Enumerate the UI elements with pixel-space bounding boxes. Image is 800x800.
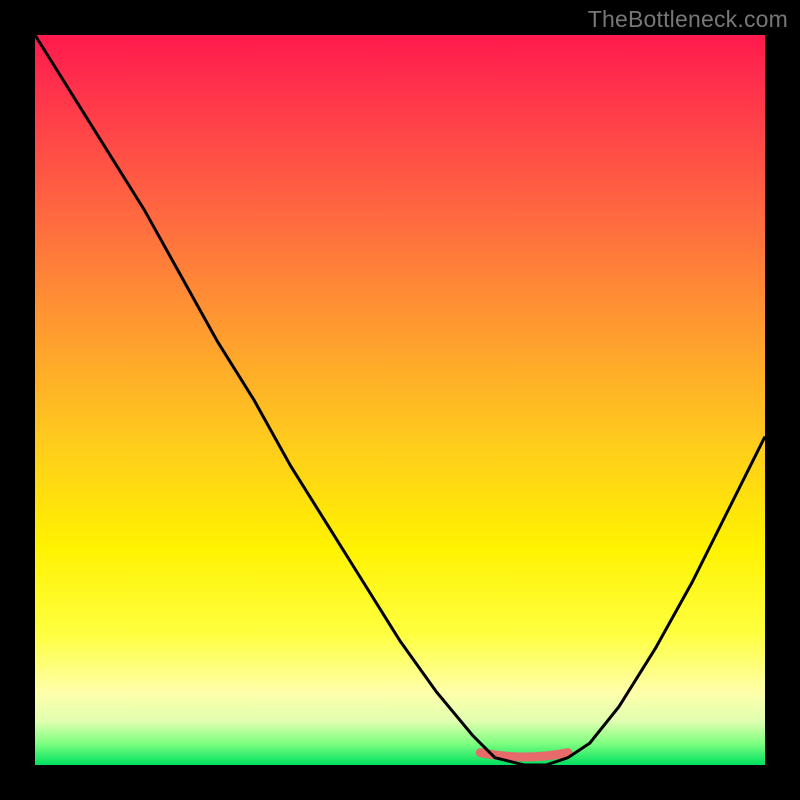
bottleneck-curve xyxy=(35,35,765,765)
chart-frame: TheBottleneck.com xyxy=(0,0,800,800)
watermark-label: TheBottleneck.com xyxy=(588,6,788,33)
chart-svg xyxy=(35,35,765,765)
plot-area xyxy=(35,35,765,765)
